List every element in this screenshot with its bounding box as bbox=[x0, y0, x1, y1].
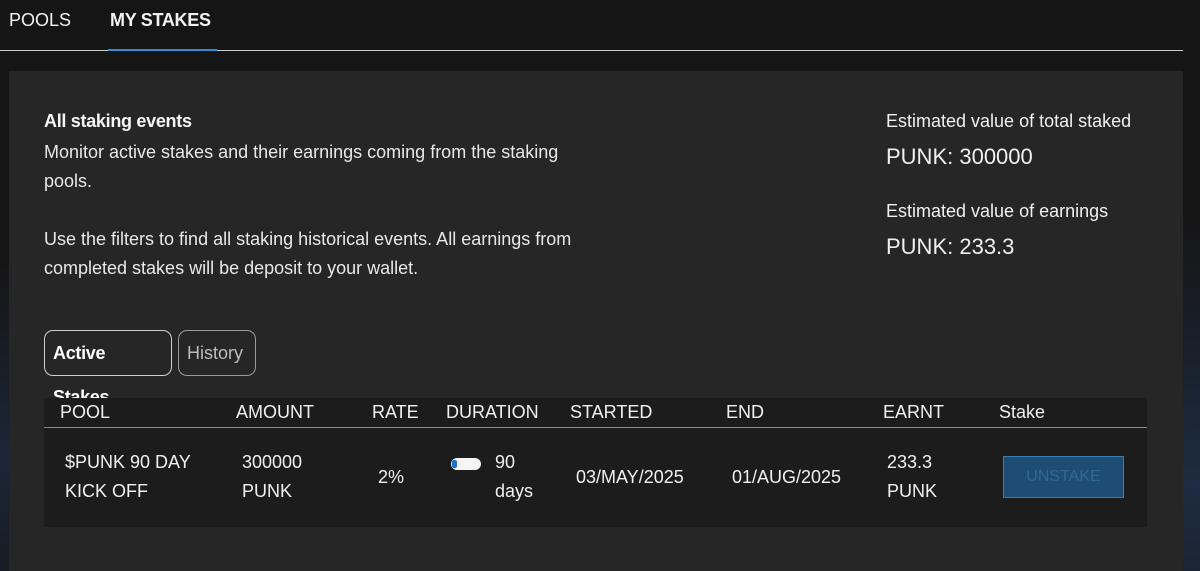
duration-cell: 90 days bbox=[495, 448, 533, 506]
header-amount: AMOUNT bbox=[236, 402, 314, 422]
rate-cell: 2% bbox=[378, 467, 405, 487]
tab-my-stakes[interactable]: MY STAKES bbox=[108, 10, 217, 51]
amount-value: 300000 bbox=[242, 452, 303, 472]
end-cell: 01/AUG/2025 bbox=[732, 467, 842, 487]
total-staked-value: PUNK: 300000 bbox=[886, 144, 1033, 169]
duration-value: 90 bbox=[495, 452, 516, 472]
header-end: END bbox=[726, 402, 765, 422]
unstake-button[interactable]: UNSTAKE bbox=[1003, 456, 1124, 498]
section-description: Monitor active stakes and their earnings… bbox=[44, 138, 584, 283]
earnt-cell: 233.3 PUNK bbox=[887, 448, 937, 506]
earnings-label: Estimated value of earnings bbox=[886, 201, 1109, 221]
earnings-value: PUNK: 233.3 bbox=[886, 234, 1015, 259]
table-header: POOL AMOUNT RATE DURATION STARTED END EA… bbox=[44, 398, 1147, 428]
pool-name-line1: $PUNK 90 DAY bbox=[65, 452, 191, 472]
header-stake: Stake bbox=[999, 402, 1046, 422]
earnt-unit: PUNK bbox=[887, 481, 938, 501]
earnings-summary: Estimated value of earnings PUNK: 233.3 bbox=[886, 201, 1108, 260]
header-earnt: EARNT bbox=[883, 402, 945, 422]
history-filter-button[interactable]: History bbox=[178, 330, 256, 376]
duration-unit: days bbox=[495, 481, 534, 501]
pool-name-line2: KICK OFF bbox=[65, 481, 149, 501]
active-stakes-filter-button[interactable]: Active Stakes bbox=[44, 330, 172, 407]
total-staked-summary: Estimated value of total staked PUNK: 30… bbox=[886, 111, 1131, 170]
amount-cell: 300000 PUNK bbox=[242, 448, 302, 506]
description-paragraph-2: Use the filters to find all staking hist… bbox=[44, 229, 572, 278]
amount-unit: PUNK bbox=[242, 481, 293, 501]
pool-cell: $PUNK 90 DAY KICK OFF bbox=[65, 448, 191, 506]
section-title: All staking events bbox=[44, 111, 192, 131]
description-paragraph-1: Monitor active stakes and their earnings… bbox=[44, 142, 559, 191]
header-pool: POOL bbox=[60, 402, 111, 422]
stakes-table: POOL AMOUNT RATE DURATION STARTED END EA… bbox=[44, 398, 1147, 527]
header-duration: DURATION bbox=[446, 402, 539, 422]
earnt-value: 233.3 bbox=[887, 452, 933, 472]
started-cell: 03/MAY/2025 bbox=[576, 467, 684, 487]
stakes-panel: All staking events Monitor active stakes… bbox=[9, 71, 1183, 571]
duration-progress-indicator bbox=[451, 458, 481, 470]
header-started: STARTED bbox=[570, 402, 653, 422]
header-rate: RATE bbox=[372, 402, 419, 422]
tab-bar: POOLS MY STAKES bbox=[0, 0, 1183, 51]
total-staked-label: Estimated value of total staked bbox=[886, 111, 1132, 131]
tab-pools[interactable]: POOLS bbox=[9, 10, 71, 51]
